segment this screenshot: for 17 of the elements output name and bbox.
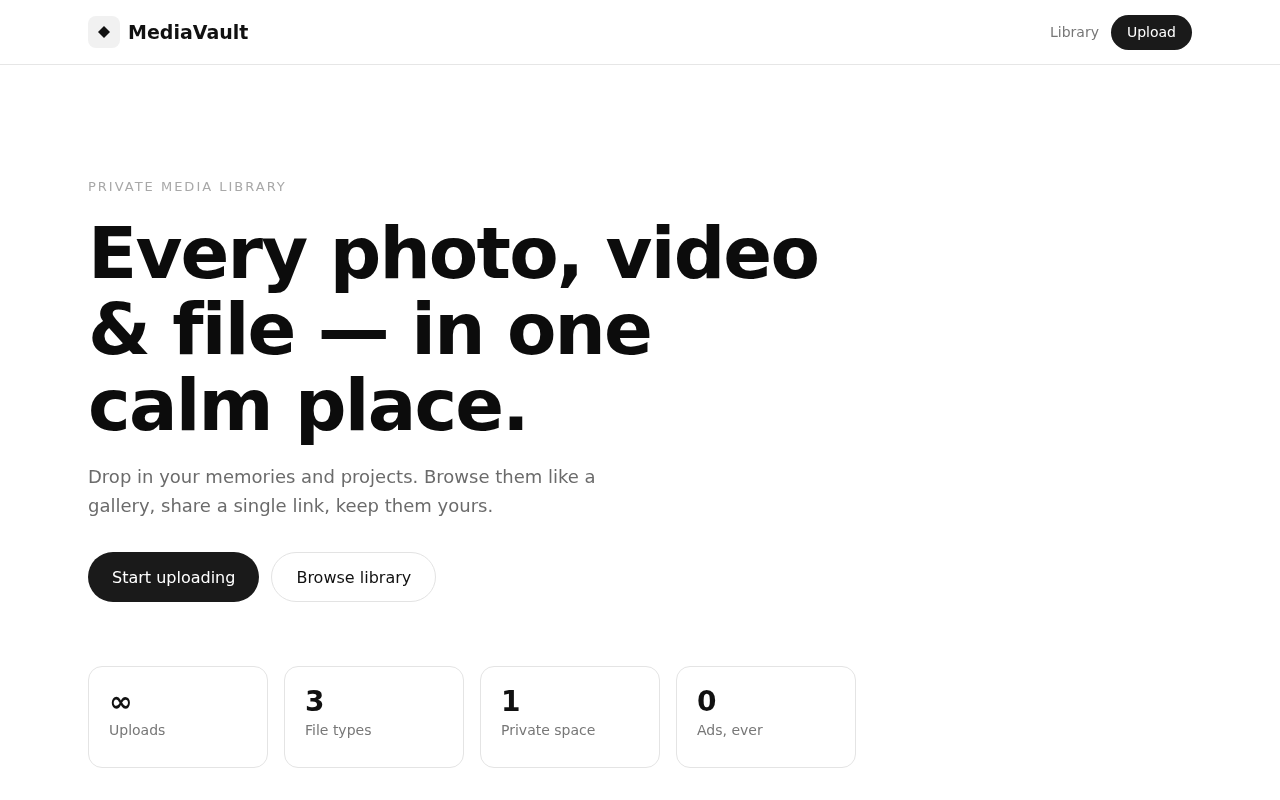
library-link[interactable]: Library	[1050, 24, 1099, 40]
browse-library-button[interactable]: Browse library	[271, 552, 437, 602]
eyebrow-label: PRIVATE MEDIA LIBRARY	[88, 178, 287, 196]
stat-value: ∞	[109, 685, 133, 719]
stat-value: 1	[501, 685, 521, 719]
stat-value: 3	[305, 685, 325, 719]
start-uploading-button[interactable]: Start uploading	[88, 552, 260, 602]
stat-value: 0	[697, 685, 717, 719]
stat-label: Uploads	[109, 721, 166, 739]
stat-label: Private space	[501, 721, 596, 739]
stat-label: Ads, ever	[697, 721, 763, 739]
hero-heading: Every photo, video & file — in one calm place.	[88, 215, 820, 443]
brand-name: MediaVault	[128, 21, 249, 43]
diamond-logo-icon	[88, 16, 120, 48]
hero-description: Drop in your memories and projects. Browse them like a gallery, share a single link, keep them yours.	[88, 465, 597, 518]
stat-label: File types	[305, 721, 372, 739]
upload-button[interactable]: Upload	[1110, 14, 1192, 50]
